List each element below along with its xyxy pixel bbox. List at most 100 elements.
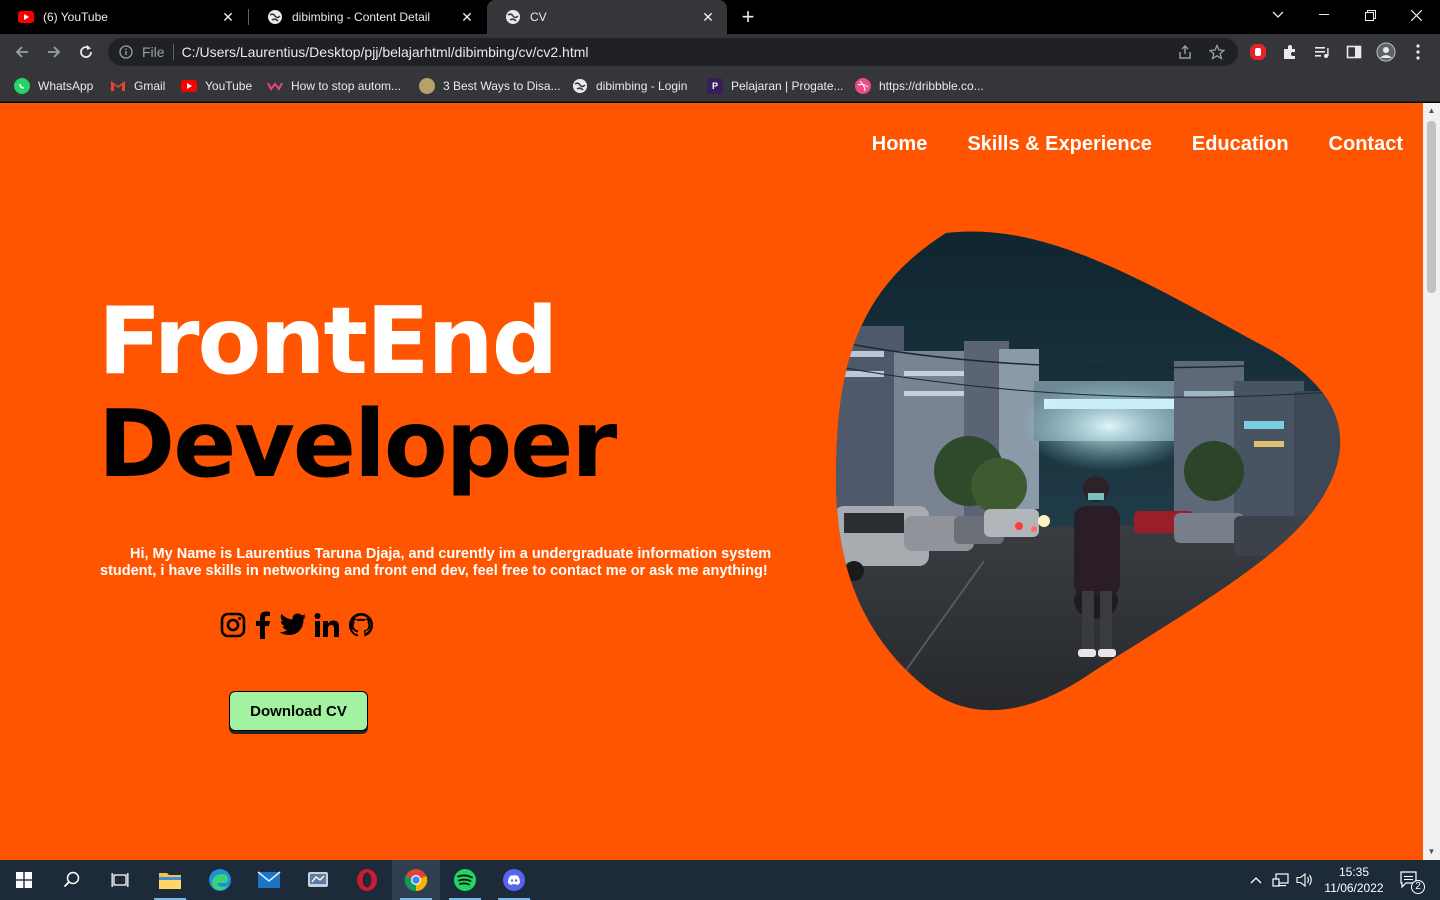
bookmark-how-to-stop[interactable]: How to stop autom... [267, 76, 401, 96]
adblock-extension-icon[interactable] [1248, 42, 1268, 62]
site-icon [267, 78, 283, 94]
volume-icon[interactable] [1294, 860, 1316, 900]
forward-button[interactable] [42, 40, 66, 64]
social-links [219, 611, 375, 639]
site-nav: Home Skills & Experience Education Conta… [872, 133, 1403, 156]
github-icon[interactable] [347, 611, 375, 639]
tab-search-icon[interactable] [1255, 0, 1301, 30]
bookmark-whatsapp[interactable]: WhatsApp [14, 76, 93, 96]
scroll-up-arrow-icon[interactable]: ▲ [1427, 106, 1436, 115]
youtube-icon [18, 9, 34, 25]
bookmark-3-best-ways[interactable]: 3 Best Ways to Disa... [419, 76, 561, 96]
bookmarks-bar: WhatsApp Gmail YouTube How to stop autom… [0, 70, 1440, 102]
spotify-icon[interactable] [441, 860, 489, 900]
control-panel-icon[interactable] [294, 860, 342, 900]
scroll-thumb[interactable] [1427, 121, 1436, 293]
mail-icon[interactable] [245, 860, 293, 900]
address-bar[interactable]: File C:/Users/Laurentius/Desktop/pjj/bel… [108, 38, 1238, 66]
discord-icon[interactable] [490, 860, 538, 900]
twitter-icon[interactable] [279, 611, 307, 639]
search-icon[interactable] [48, 860, 96, 900]
windows-start-icon[interactable] [0, 860, 48, 900]
instagram-icon[interactable] [219, 611, 247, 639]
task-view-icon[interactable] [96, 860, 144, 900]
close-icon[interactable]: ✕ [458, 8, 476, 26]
site-icon [419, 78, 435, 94]
scheme-label: File [142, 44, 165, 60]
minimize-button[interactable] [1301, 0, 1347, 30]
bookmark-label: Gmail [134, 79, 166, 93]
chevron-up-icon[interactable] [1245, 860, 1267, 900]
download-cv-button[interactable]: Download CV [229, 691, 368, 731]
restore-button[interactable] [1347, 0, 1393, 30]
url-text[interactable]: C:/Users/Laurentius/Desktop/pjj/belajarh… [182, 44, 589, 60]
bookmark-label: 3 Best Ways to Disa... [443, 79, 561, 93]
gmail-icon [110, 78, 126, 94]
chrome-icon[interactable] [392, 860, 440, 900]
extensions-puzzle-icon[interactable] [1280, 42, 1300, 62]
tab-youtube[interactable]: (6) YouTube ✕ [0, 0, 247, 34]
close-icon[interactable]: ✕ [699, 8, 717, 26]
bookmark-dribbble[interactable]: https://dribbble.co... [855, 76, 984, 96]
tab-strip: (6) YouTube ✕ dibimbing - Content Detail… [0, 0, 1440, 34]
bookmark-label: https://dribbble.co... [879, 79, 984, 93]
omnibox-divider [172, 44, 174, 60]
notification-count-badge: 2 [1411, 880, 1425, 894]
edge-browser-icon[interactable] [196, 860, 244, 900]
profile-avatar-icon[interactable] [1376, 42, 1396, 62]
kebab-menu-icon[interactable] [1408, 42, 1428, 62]
new-tab-button[interactable]: + [736, 4, 760, 29]
tab-cv[interactable]: CV ✕ [487, 0, 727, 34]
bookmark-youtube[interactable]: YouTube [181, 76, 252, 96]
close-window-button[interactable] [1393, 0, 1439, 30]
reload-button[interactable] [74, 40, 98, 64]
dribbble-icon [855, 78, 871, 94]
page-scrollbar[interactable]: ▲ ▼ [1423, 103, 1440, 860]
opera-icon[interactable] [343, 860, 391, 900]
scroll-down-arrow-icon[interactable]: ▼ [1427, 847, 1436, 856]
info-icon[interactable] [118, 44, 134, 60]
bookmark-label: Pelajaran | Progate... [731, 79, 844, 93]
nav-skills-experience[interactable]: Skills & Experience [967, 133, 1152, 156]
network-icon[interactable] [1270, 860, 1292, 900]
side-panel-icon[interactable] [1344, 42, 1364, 62]
windows-taskbar: 15:35 11/06/2022 2 [0, 860, 1440, 900]
nav-education[interactable]: Education [1192, 133, 1289, 156]
globe-icon [505, 9, 521, 25]
profile-photo [834, 231, 1344, 715]
bookmark-label: WhatsApp [38, 79, 94, 93]
bookmark-gmail[interactable]: Gmail [110, 76, 165, 96]
back-button[interactable] [10, 40, 34, 64]
nav-home[interactable]: Home [872, 133, 928, 156]
tab-dibimbing[interactable]: dibimbing - Content Detail ✕ [249, 0, 486, 34]
hero-description: Hi, My Name is Laurentius Taruna Djaja, … [100, 546, 772, 579]
bookmark-label: dibimbing - Login [596, 79, 688, 93]
bookmark-progate[interactable]: P Pelajaran | Progate... [707, 76, 844, 96]
youtube-icon [181, 78, 197, 94]
clock-time: 15:35 [1338, 865, 1370, 879]
globe-icon [267, 9, 283, 25]
taskbar-clock[interactable]: 15:35 11/06/2022 [1318, 864, 1390, 896]
facebook-icon[interactable] [253, 611, 273, 639]
media-queue-icon[interactable] [1312, 42, 1332, 62]
hero-title-line2: Developer [98, 390, 617, 498]
nav-contact[interactable]: Contact [1329, 133, 1403, 156]
globe-icon [572, 78, 588, 94]
bookmark-dibimbing-login[interactable]: dibimbing - Login [572, 76, 687, 96]
file-explorer-icon[interactable] [146, 860, 194, 900]
clock-date: 11/06/2022 [1324, 881, 1384, 895]
progate-icon: P [707, 78, 723, 94]
linkedin-icon[interactable] [313, 611, 341, 639]
bookmark-label: How to stop autom... [291, 79, 402, 93]
hero-title-line1: FrontEnd [98, 287, 558, 395]
browser-toolbar: File C:/Users/Laurentius/Desktop/pjj/bel… [0, 34, 1440, 70]
whatsapp-icon [14, 78, 30, 94]
share-icon[interactable] [1176, 43, 1194, 61]
tab-title: (6) YouTube [43, 10, 108, 24]
tab-title: dibimbing - Content Detail [292, 10, 431, 24]
notification-center-icon[interactable]: 2 [1396, 860, 1425, 900]
bookmark-label: YouTube [205, 79, 253, 93]
page-viewport: Home Skills & Experience Education Conta… [0, 103, 1423, 860]
close-icon[interactable]: ✕ [219, 8, 237, 26]
bookmark-star-icon[interactable] [1208, 43, 1226, 61]
